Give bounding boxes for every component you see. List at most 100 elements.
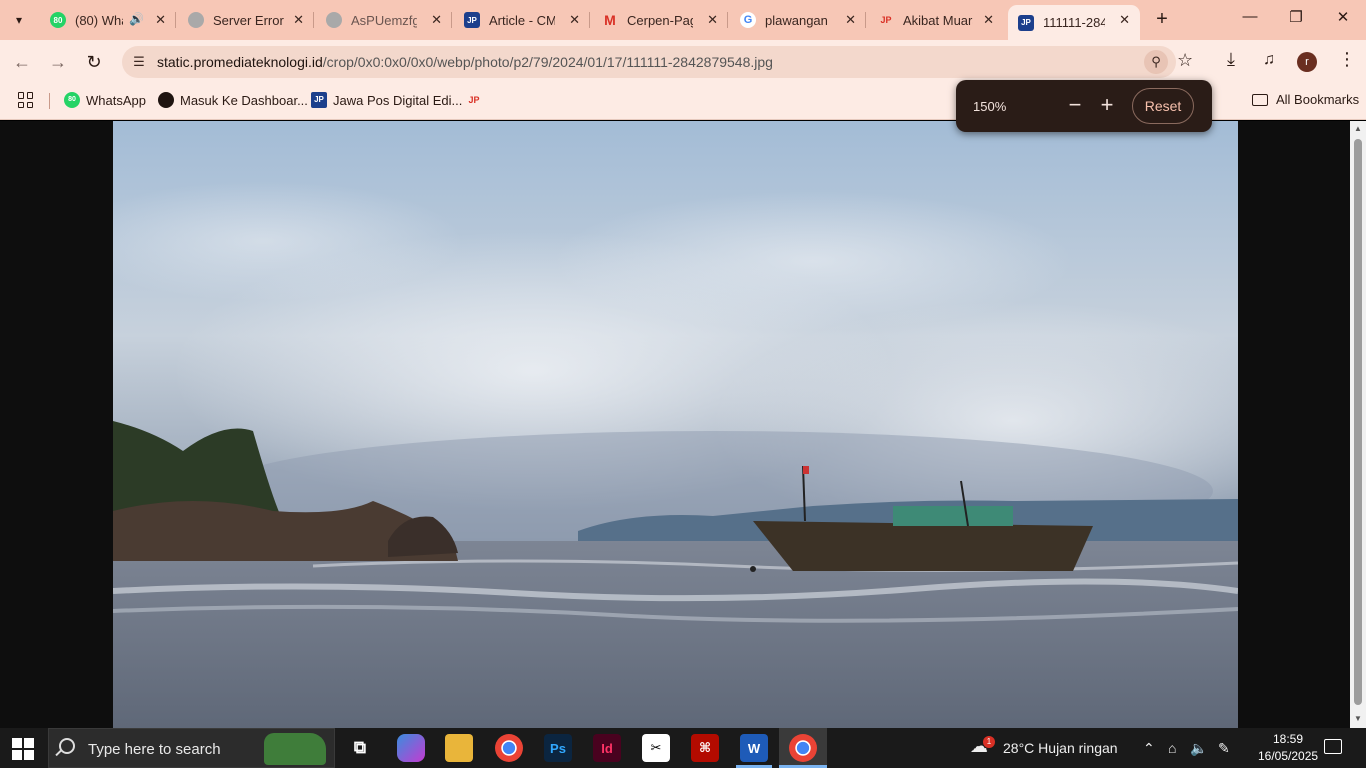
windows-start-icon[interactable] [12,738,34,760]
zoom-out-minus-icon[interactable]: − [1061,92,1089,120]
bookmark-star-icon[interactable]: ☆ [1177,50,1193,71]
word-icon[interactable]: W [740,734,768,762]
tab-aspuemzfgh[interactable]: AsPUemzfgH ✕ [316,6,452,34]
tab-akibat-muara[interactable]: JP Akibat Muara ✕ [868,6,1004,34]
tab-close-icon[interactable]: ✕ [707,12,718,28]
jawapos-icon: JP [880,15,892,25]
reload-icon[interactable]: ↻ [82,50,106,74]
tab-whatsapp[interactable]: 80 (80) WhatsApp 🔊 ✕ [40,6,176,34]
tab-article-cms[interactable]: JP Article - CMS ✕ [454,6,590,34]
bookmark-whatsapp[interactable]: 80 WhatsApp [64,92,146,108]
zoom-magnifier-icon[interactable]: ⚲ [1144,50,1168,74]
copilot-icon[interactable] [397,734,425,762]
back-arrow-icon[interactable]: ← [10,50,34,74]
bookmark-dashboard[interactable]: Masuk Ke Dashboar... [158,92,308,108]
minimize-icon[interactable]: — [1227,8,1273,32]
scroll-down-icon[interactable]: ▼ [1353,714,1363,723]
close-window-icon[interactable]: ✕ [1320,8,1366,32]
capcut-icon[interactable]: ✂ [642,734,670,762]
folder-icon [1252,93,1268,106]
pen-icon[interactable]: ✎ [1218,740,1230,757]
url-host: static.promediateknologi.id [157,54,323,70]
google-icon: G [740,12,756,28]
whatsapp-icon: 80 [50,12,66,28]
download-icon[interactable]: ⤓ [1227,49,1235,70]
taskbar-clock[interactable]: 18:59 16/05/2025 [1258,731,1318,765]
globe-icon [326,12,342,28]
tab-close-icon[interactable]: ✕ [293,12,304,28]
acrobat-icon[interactable]: ⌘ [691,734,719,762]
tab-search-chevron-icon[interactable]: ▾ [6,8,32,32]
clock-date: 16/05/2025 [1258,749,1319,763]
show-hidden-icons-chevron-icon[interactable]: ⌃ [1143,740,1155,757]
tab-server-error[interactable]: Server Error ✕ [178,6,314,34]
windows-taskbar: Type here to search ⧉ Ps Id ✂ ⌘ W ☁ 1 28… [0,728,1366,768]
weather-text[interactable]: 28°C Hujan ringan [1003,740,1118,756]
zoom-reset-button[interactable]: Reset [1132,88,1194,124]
taskbar-search[interactable]: Type here to search [48,728,335,768]
vertical-scrollbar[interactable]: ▲ ▼ [1350,121,1366,728]
jawapos-icon: JP [311,92,327,108]
tab-cerpen[interactable]: M Cerpen-Pagar ✕ [592,6,728,34]
restore-icon[interactable]: ❐ [1273,8,1319,32]
search-placeholder: Type here to search [88,741,221,758]
scroll-up-icon[interactable]: ▲ [1353,124,1363,133]
tab-plawangan[interactable]: G plawangan m ✕ [730,6,866,34]
browser-toolbar: ← → ↻ ☰ static.promediateknologi.id/crop… [0,40,1366,84]
forward-arrow-icon[interactable]: → [46,50,70,74]
image-viewport [0,121,1350,728]
menu-kebab-icon[interactable]: ⋮ [1338,49,1356,70]
task-view-icon[interactable]: ⧉ [346,734,374,762]
volume-icon[interactable]: 🔈 [1190,740,1207,757]
tab-title: Article - CMS [489,12,555,28]
beach-photo [113,121,1238,728]
profile-avatar[interactable]: r [1297,52,1317,72]
address-url[interactable]: static.promediateknologi.id/crop/0x0:0x0… [157,54,773,70]
tab-title: (80) WhatsApp [75,12,123,28]
photoshop-icon[interactable]: Ps [544,734,572,762]
tab-title: 111111-2842 [1043,15,1105,30]
tab-title: plawangan m [765,12,831,28]
file-explorer-icon[interactable] [445,734,473,762]
indesign-icon[interactable]: Id [593,734,621,762]
tab-image-active[interactable]: JP 111111-2842 ✕ [1008,5,1140,40]
search-highlight-illustration [264,733,326,765]
tab-strip: ▾ 80 (80) WhatsApp 🔊 ✕ Server Error ✕ As… [0,0,1366,40]
bookmark-jawapos-logo[interactable]: JP [466,92,488,108]
scroll-thumb[interactable] [1354,139,1362,705]
gmail-icon: M [604,12,616,28]
media-controls-icon[interactable]: ♫ [1263,51,1275,69]
notification-center-icon[interactable] [1324,739,1342,754]
network-icon[interactable]: ⌂ [1168,740,1176,756]
zoom-in-plus-icon[interactable]: + [1093,92,1121,120]
jawapos-icon: JP [468,95,480,105]
search-icon [59,738,75,754]
apps-grid-icon[interactable] [18,92,34,108]
tab-close-icon[interactable]: ✕ [569,12,580,28]
new-tab-plus-icon[interactable]: + [1150,8,1174,32]
zoom-level: 150% [973,99,1007,114]
site-info-icon[interactable]: ☰ [131,54,147,70]
tab-title: AsPUemzfgH [351,12,417,28]
tab-close-icon[interactable]: ✕ [983,12,994,28]
tab-close-icon[interactable]: ✕ [1119,12,1130,28]
speaker-icon[interactable]: 🔊 [129,12,144,26]
bookmark-jawapos-digital[interactable]: JP Jawa Pos Digital Edi... [311,92,462,108]
jawapos-icon: JP [1018,14,1034,31]
weather-badge: 1 [983,736,995,748]
tab-title: Cerpen-Pagar [627,12,693,28]
tab-close-icon[interactable]: ✕ [431,12,442,28]
all-bookmarks[interactable]: All Bookmarks [1252,92,1359,107]
zoom-popup: 150% − + Reset [956,80,1212,132]
dashboard-icon [158,92,174,108]
chrome-profile-icon[interactable] [789,734,817,762]
jawapos-icon: JP [464,12,480,28]
address-bar[interactable]: ☰ static.promediateknologi.id/crop/0x0:0… [122,46,1176,78]
chrome-icon[interactable] [495,734,523,762]
tab-close-icon[interactable]: ✕ [845,12,856,28]
globe-icon [188,12,204,28]
tab-title: Akibat Muara [903,12,973,28]
tab-title: Server Error [213,12,284,28]
url-path: /crop/0x0:0x0/0x0/webp/photo/p2/79/2024/… [322,54,773,70]
tab-close-icon[interactable]: ✕ [155,12,166,28]
